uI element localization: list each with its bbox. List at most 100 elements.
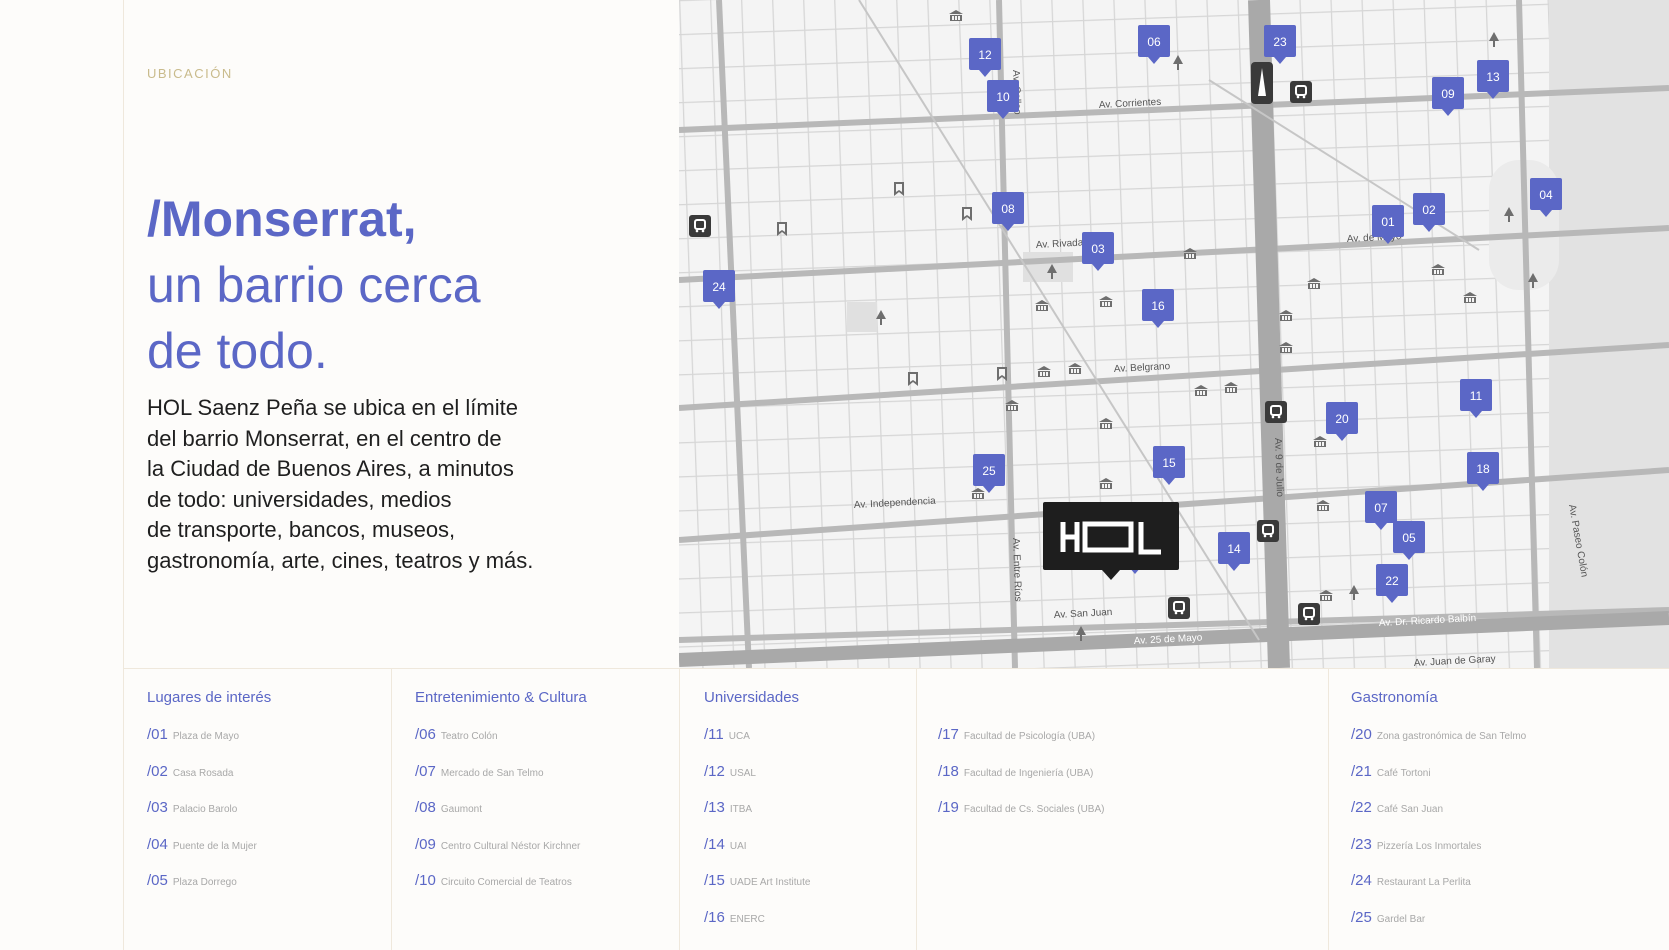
legend-item[interactable]: /19 Facultad de Cs. Sociales (UBA): [938, 799, 1104, 836]
title-line-3: de todo.: [147, 323, 328, 379]
legend-item[interactable]: /23 Pizzería Los Inmortales: [1351, 836, 1526, 873]
legend-item[interactable]: /02 Casa Rosada: [147, 763, 271, 800]
map-pin-label: 11: [1470, 389, 1483, 403]
legend-item-number: /08: [415, 799, 436, 816]
legend-column-lugares: Lugares de interés /01 Plaza de Mayo/02 Ca…: [147, 688, 271, 909]
map-pin-label: 02: [1422, 203, 1436, 217]
legend-item[interactable]: /11 UCA: [704, 726, 810, 763]
bus-stop-icon: [1265, 401, 1287, 424]
map-pin-label: 25: [982, 464, 996, 478]
bus-stop-icon: [1257, 520, 1279, 543]
hol-logo-marker[interactable]: [1043, 502, 1179, 580]
legend-item-name: Casa Rosada: [172, 767, 234, 779]
legend-item[interactable]: /10 Circuito Comercial de Teatros: [415, 872, 587, 909]
map-pin-label: 10: [996, 90, 1010, 104]
map-pin-label: 04: [1539, 188, 1553, 202]
section-eyebrow: UBICACIÓN: [147, 66, 233, 81]
legend-item-number: /18: [938, 762, 959, 780]
legend-item[interactable]: /05 Plaza Dorrego: [147, 872, 271, 909]
legend-item-number: /13: [704, 799, 725, 816]
legend-column-entretenimiento: Entretenimiento & Cultura /06 Teatro Coló…: [415, 688, 587, 909]
legend-item[interactable]: /14 UAI: [704, 836, 810, 873]
legend-item[interactable]: /13 ITBA: [704, 799, 810, 836]
legend-item-number: /06: [415, 726, 436, 743]
legend-item-name: Facultad de Ingeniería (UBA): [963, 767, 1094, 779]
legend-item-number: /12: [704, 762, 725, 780]
plaza-area: [847, 302, 877, 332]
map-pin-label: 23: [1273, 35, 1287, 49]
legend-item-number: /24: [1351, 872, 1372, 889]
legend-item-number: /04: [147, 835, 168, 853]
map-pin-label: 07: [1374, 501, 1388, 515]
legend-item-number: /17: [938, 726, 959, 743]
legend-item-name: Facultad de Psicología (UBA): [963, 731, 1096, 742]
legend-item-name: Teatro Colón: [440, 731, 498, 742]
legend-item[interactable]: /16 ENERC: [704, 909, 810, 946]
bus-stop-icon: [1290, 81, 1312, 104]
legend-item[interactable]: /24 Restaurant La Perlita: [1351, 872, 1526, 909]
legend-item[interactable]: /17 Facultad de Psicología (UBA): [938, 726, 1104, 763]
title-line-1: /Monserrat,: [147, 191, 417, 247]
legend-list: /20 Zona gastronómica de San Telmo/21 Café…: [1351, 726, 1526, 945]
legend-item-name: Gaumont: [440, 804, 482, 815]
map-pin-label: 06: [1147, 35, 1161, 49]
map-pin-label: 15: [1162, 456, 1176, 470]
map-pin-label: 13: [1486, 70, 1500, 84]
legend-item-number: /21: [1351, 762, 1372, 780]
legend-item-number: /02: [147, 762, 168, 780]
location-section: UBICACIÓN /Monserrat, un barrio cerca de…: [0, 0, 1669, 950]
map-pin-label: 09: [1441, 87, 1455, 101]
legend-item-number: /14: [704, 835, 725, 853]
legend-item-number: /22: [1351, 799, 1372, 816]
legend-item-number: /03: [147, 799, 168, 816]
legend-item-name: Facultad de Cs. Sociales (UBA): [963, 804, 1105, 815]
legend-item[interactable]: /22 Café San Juan: [1351, 799, 1526, 836]
legend-item[interactable]: /18 Facultad de Ingeniería (UBA): [938, 763, 1104, 800]
legend-title: Entretenimiento & Cultura: [415, 689, 587, 706]
legend-item-number: /11: [704, 726, 724, 743]
legend-item-name: Mercado de San Telmo: [440, 767, 544, 779]
map-pin-label: 22: [1385, 574, 1399, 588]
legend-item[interactable]: /08 Gaumont: [415, 799, 587, 836]
port-zone: [1549, 0, 1669, 668]
title-line-2: un barrio cerca: [147, 257, 481, 313]
bus-stop-icon: [1298, 603, 1320, 626]
intro-line: la Ciudad de Buenos Aires, a minutos: [147, 456, 514, 481]
legend-list: /06 Teatro Colón/07 Mercado de San Telmo/0…: [415, 726, 587, 909]
legend-item[interactable]: /12 USAL: [704, 763, 810, 800]
legend-item-name: Café San Juan: [1376, 804, 1444, 815]
legend-item-name: Plaza Dorrego: [172, 877, 237, 888]
legend-item[interactable]: /03 Palacio Barolo: [147, 799, 271, 836]
legend-item-number: /07: [415, 762, 436, 780]
legend-item-name: ENERC: [729, 913, 765, 925]
legend-item[interactable]: /21 Café Tortoni: [1351, 763, 1526, 800]
legend-item-number: /23: [1351, 835, 1372, 853]
legend-item[interactable]: /09 Centro Cultural Néstor Kirchner: [415, 836, 587, 873]
map-pin-label: 01: [1381, 215, 1395, 229]
legend-item-name: Gardel Bar: [1376, 913, 1426, 925]
legend-item[interactable]: /04 Puente de la Mujer: [147, 836, 271, 873]
legend-item-name: Puente de la Mujer: [172, 840, 257, 852]
map-pin-label: 03: [1091, 242, 1105, 256]
legend-item[interactable]: /20 Zona gastronómica de San Telmo: [1351, 726, 1526, 763]
legend-item[interactable]: /06 Teatro Colón: [415, 726, 587, 763]
legend-item[interactable]: /07 Mercado de San Telmo: [415, 763, 587, 800]
street-label-nueve-de-julio: Av. 9 de Julio: [1272, 438, 1285, 498]
legend-column-universidades: Universidades /11 UCA/12 USAL/13 ITBA/14 UAI…: [704, 688, 810, 945]
intro-line: gastronomía, arte, cines, teatros y más.: [147, 547, 534, 573]
neighborhood-map[interactable]: Av. Corrientes Av. Callao Av. Rivadavia …: [679, 0, 1669, 668]
intro-line: HOL Saenz Peña se ubica en el límite: [147, 395, 518, 420]
map-pin-label: 08: [1001, 202, 1015, 216]
legend-title: Lugares de interés: [147, 689, 272, 706]
intro-paragraph: HOL Saenz Peña se ubica en el límite del…: [147, 393, 617, 576]
legend-item-number: /09: [415, 835, 436, 853]
legend-item[interactable]: /01 Plaza de Mayo: [147, 726, 271, 763]
legend-item-name: UCA: [728, 731, 750, 742]
intro-line: de transporte, bancos, museos,: [147, 517, 456, 542]
legend-item[interactable]: /25 Gardel Bar: [1351, 909, 1526, 946]
points-of-interest-legend: Lugares de interés /01 Plaza de Mayo/02 Ca…: [0, 668, 1669, 950]
legend-item-name: ITBA: [729, 804, 753, 815]
legend-item[interactable]: /15 UADE Art Institute: [704, 872, 810, 909]
legend-item-number: /25: [1351, 908, 1372, 926]
map-pin-label: 16: [1151, 299, 1165, 313]
